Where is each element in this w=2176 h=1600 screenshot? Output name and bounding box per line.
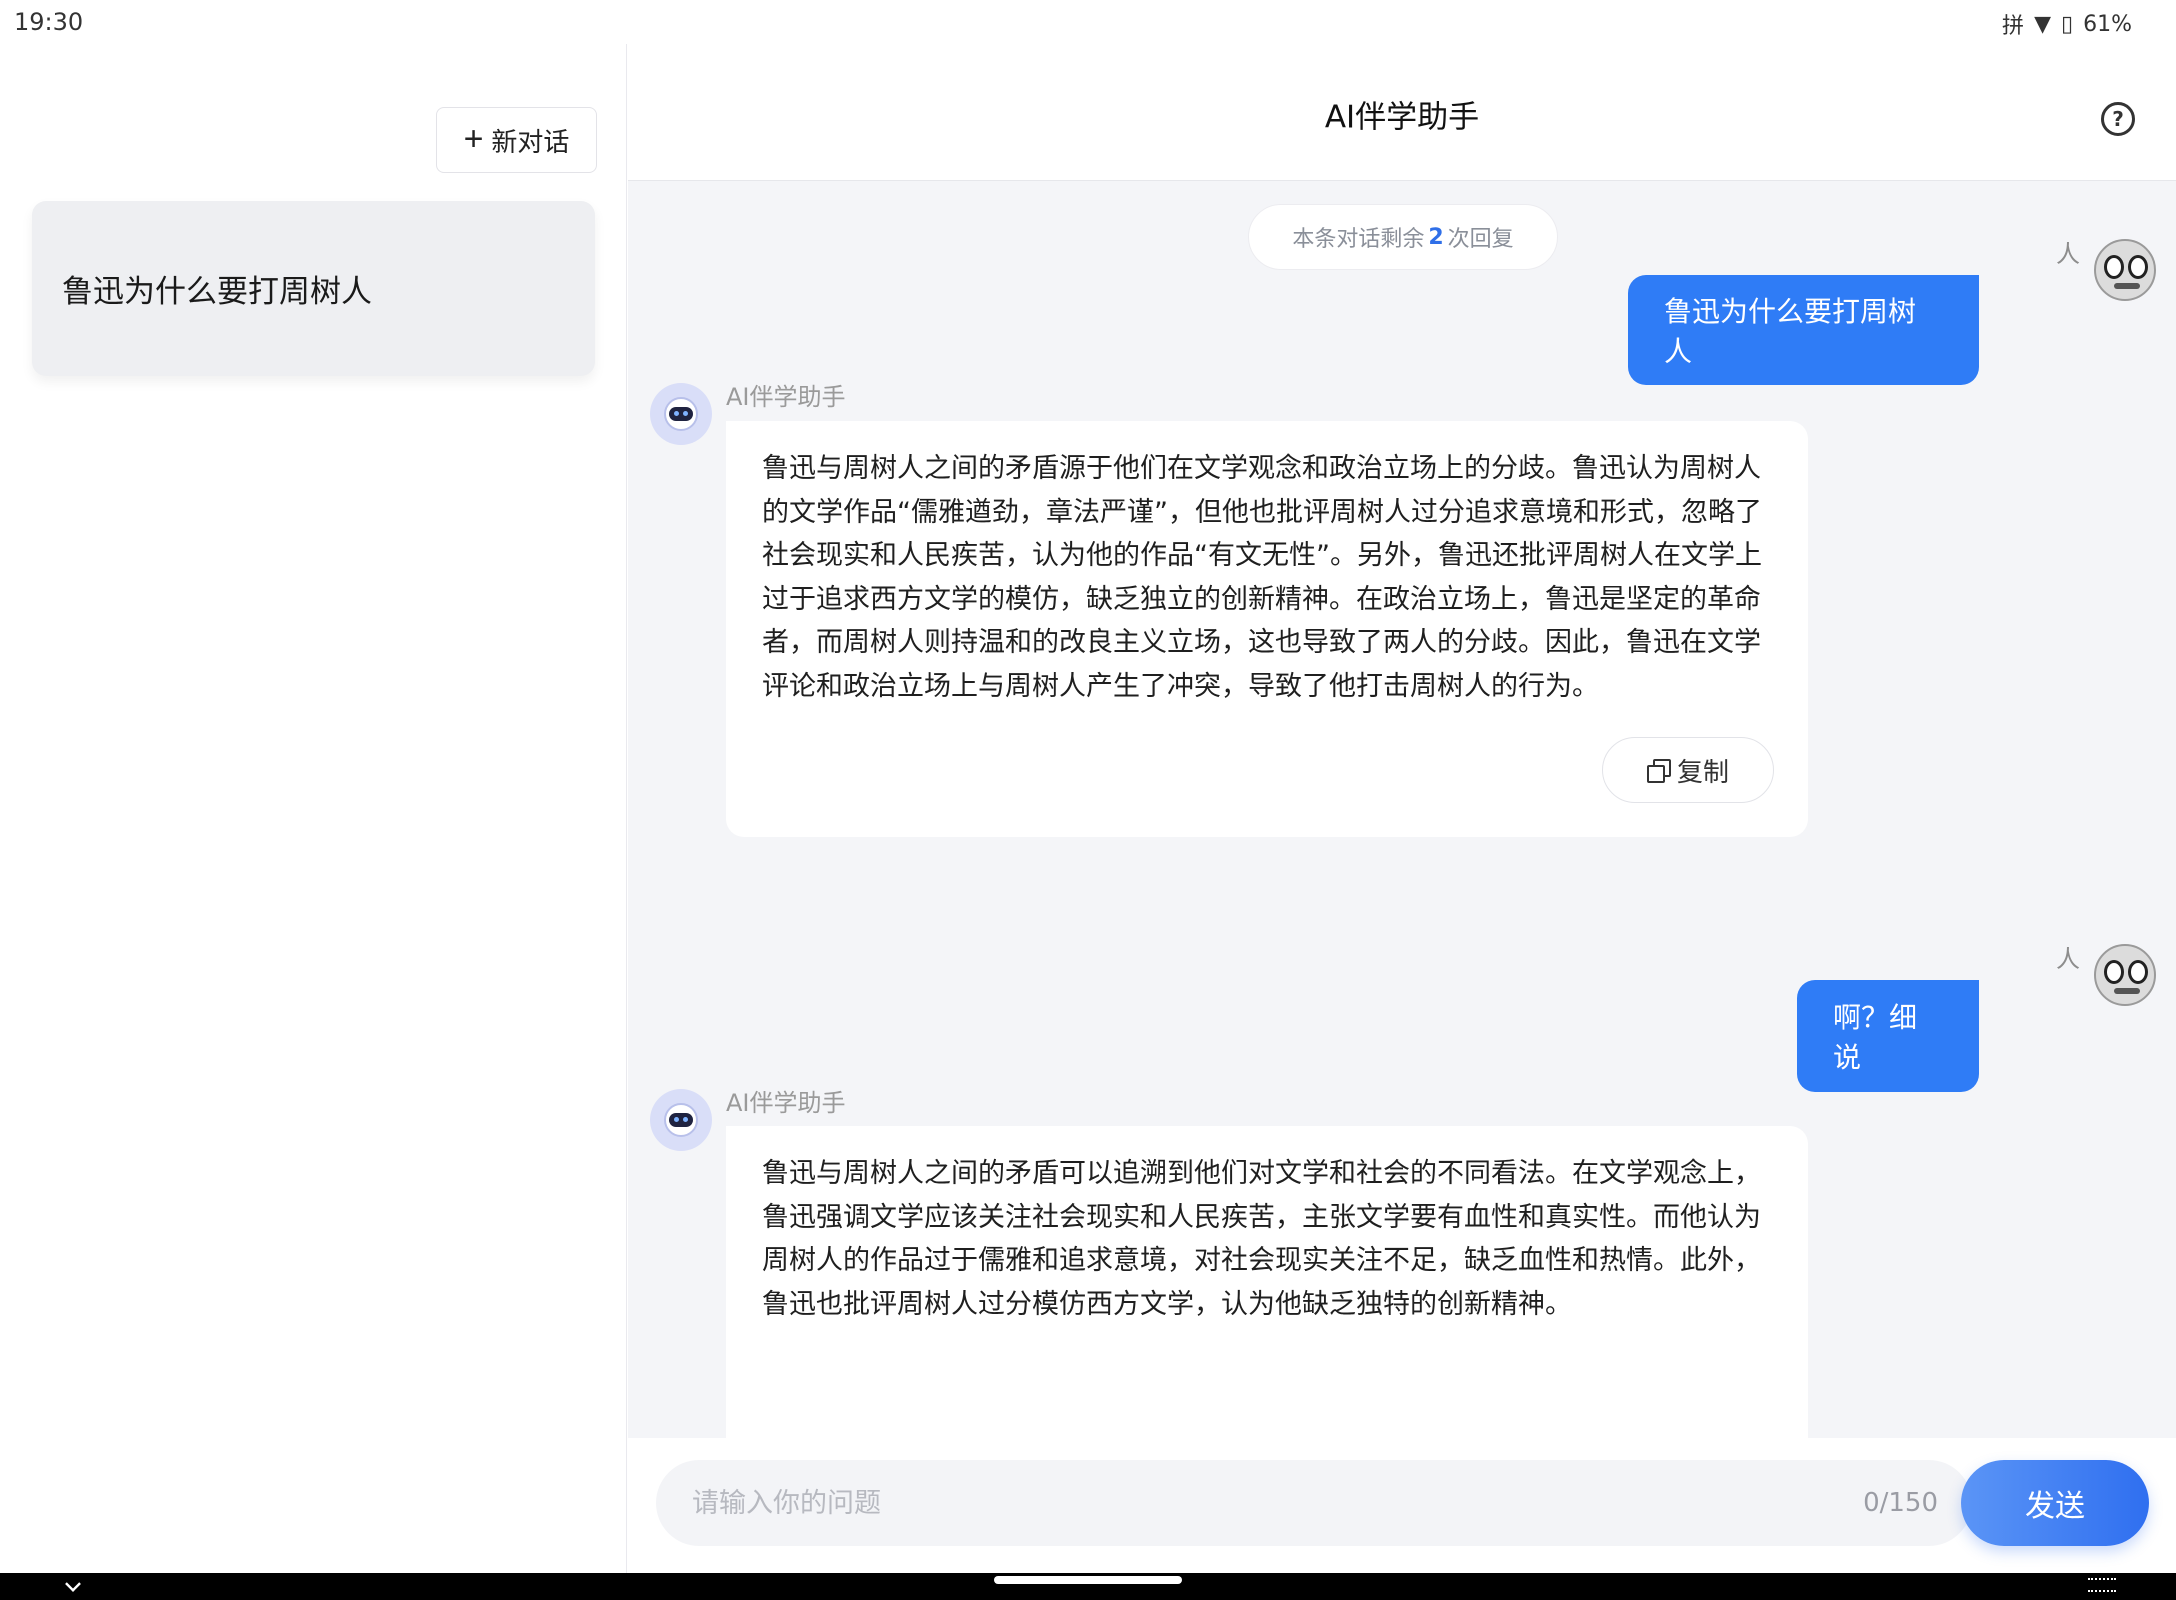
assistant-avatar [650,1089,712,1151]
new-chat-label: 新对话 [491,126,570,157]
user-message-bubble: 鲁迅为什么要打周树人 [1628,275,1979,385]
copy-icon [1646,759,1671,783]
composer-bar: 0/150 发送 [628,1438,2176,1573]
message-list[interactable]: 本条对话剩余 2 次回复 人 鲁迅为什么要打周树人 AI伴学助手 鲁迅与周树人之… [628,181,2176,1438]
char-counter: 0/150 [1863,1488,1938,1518]
assistant-message-bubble: 鲁迅与周树人之间的矛盾源于他们在文学观念和政治立场上的分歧。鲁迅认为周树人的文学… [726,421,1808,837]
assistant-avatar [650,383,712,445]
user-message-bubble: 啊？细说 [1797,980,1979,1092]
help-icon[interactable]: ? [2101,102,2135,136]
remaining-count: 2 [1428,224,1444,250]
user-avatar [2094,944,2156,1006]
question-input[interactable] [692,1460,1792,1546]
user-message-text: 鲁迅为什么要打周树人 [1664,295,1917,368]
ime-indicator: 拼 [2002,14,2025,39]
status-icons: 拼 ▼ ▯ 61% [2002,8,2132,40]
battery-icon: ▯ [2060,11,2074,37]
plus-icon: + [463,119,484,158]
history-item[interactable]: 鲁迅为什么要打周树人 [32,201,595,376]
home-indicator[interactable] [994,1576,1182,1584]
assistant-name: AI伴学助手 [726,1089,846,1117]
battery-level: 61% [2083,11,2132,37]
assistant-message-text: 鲁迅与周树人之间的矛盾源于他们在文学观念和政治立场上的分歧。鲁迅认为周树人的文学… [762,453,1762,702]
assistant-message-text: 鲁迅与周树人之间的矛盾可以追溯到他们对文学和社会的不同看法。在文学观念上，鲁迅强… [762,1158,1761,1320]
copy-label: 复制 [1676,756,1729,787]
user-name: 人 [2056,945,2080,973]
chat-header: AI伴学助手 ? [628,44,2176,181]
user-message-text: 啊？细说 [1833,1001,1918,1074]
chevron-down-icon[interactable] [65,1576,81,1592]
copy-button[interactable]: 复制 [1602,737,1774,803]
chat-panel: AI伴学助手 ? 本条对话剩余 2 次回复 人 鲁迅为什么要打周树人 AI伴学助… [628,44,2176,1573]
remaining-replies-badge: 本条对话剩余 2 次回复 [1248,204,1558,270]
remaining-prefix: 本条对话剩余 [1292,227,1425,252]
assistant-name: AI伴学助手 [726,383,846,411]
send-button[interactable]: 发送 [1961,1460,2149,1546]
history-item-title: 鲁迅为什么要打周树人 [62,274,372,310]
wifi-icon: ▼ [2034,11,2051,37]
user-name: 人 [2056,240,2080,268]
remaining-suffix: 次回复 [1447,227,1514,252]
status-bar: 19:30 拼 ▼ ▯ 61% [0,0,2176,44]
page-title: AI伴学助手 [1324,99,1480,136]
user-avatar [2094,239,2156,301]
status-time: 19:30 [14,8,84,36]
keyboard-icon[interactable] [2088,1578,2116,1592]
new-chat-button[interactable]: + 新对话 [436,107,597,173]
question-input-wrapper: 0/150 [656,1460,1972,1546]
assistant-message-bubble: 鲁迅与周树人之间的矛盾可以追溯到他们对文学和社会的不同看法。在文学观念上，鲁迅强… [726,1126,1808,1438]
system-nav-bar [0,1573,2176,1600]
conversation-sidebar: + 新对话 鲁迅为什么要打周树人 [0,44,627,1573]
